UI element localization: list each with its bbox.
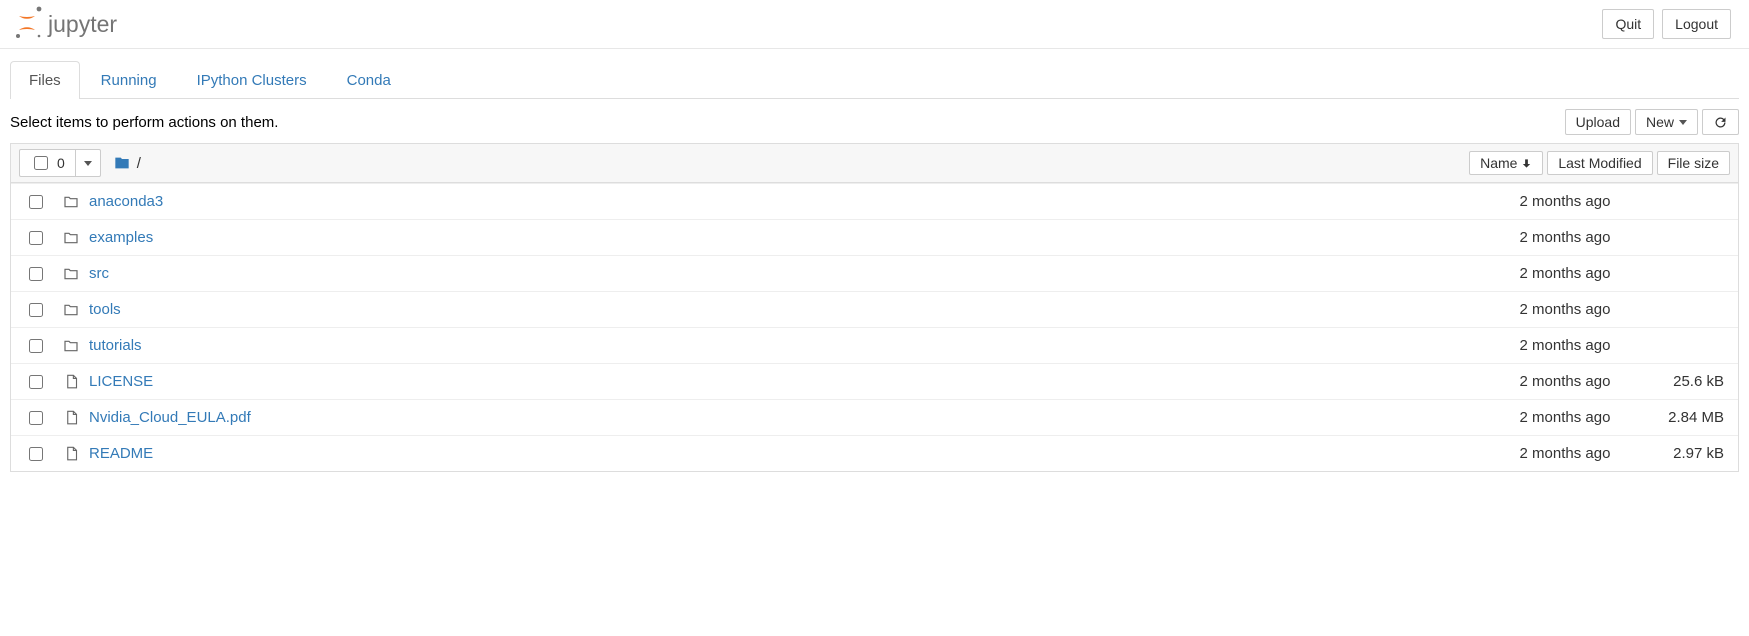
item-modified: 2 months ago	[1490, 337, 1640, 354]
list-item: README 2 months ago2.97 kB	[11, 435, 1738, 471]
item-name-link[interactable]: README	[89, 445, 153, 462]
logo-text: jupyter	[47, 11, 117, 37]
file-icon	[61, 409, 81, 426]
file-icon	[61, 373, 81, 390]
item-size: 2.97 kB	[1640, 445, 1730, 462]
item-name-link[interactable]: src	[89, 265, 109, 282]
item-name-link[interactable]: tools	[89, 301, 121, 318]
item-name-link[interactable]: examples	[89, 229, 153, 246]
list-header: 0 / Name Last Modified File size	[10, 143, 1739, 183]
folder-icon[interactable]	[113, 155, 131, 171]
quit-button[interactable]: Quit	[1602, 9, 1654, 39]
item-modified: 2 months ago	[1490, 373, 1640, 390]
item-name-link[interactable]: LICENSE	[89, 373, 153, 390]
row-checkbox[interactable]	[29, 339, 43, 353]
list-item: tools 2 months ago	[11, 291, 1738, 327]
logout-button[interactable]: Logout	[1662, 9, 1731, 39]
folder-icon	[61, 194, 81, 210]
hint-text: Select items to perform actions on them.	[10, 114, 278, 131]
item-size: 25.6 kB	[1640, 373, 1730, 390]
item-modified: 2 months ago	[1490, 301, 1640, 318]
item-name-link[interactable]: tutorials	[89, 337, 142, 354]
name-col-label: Name	[1480, 155, 1517, 171]
select-dropdown-toggle[interactable]	[76, 150, 100, 176]
breadcrumb-root[interactable]: /	[137, 155, 141, 172]
row-checkbox[interactable]	[29, 231, 43, 245]
row-checkbox[interactable]	[29, 303, 43, 317]
arrow-down-icon	[1521, 158, 1532, 169]
selected-count: 0	[57, 155, 65, 171]
action-row: Select items to perform actions on them.…	[0, 99, 1749, 143]
sort-name-button[interactable]: Name	[1469, 151, 1543, 175]
folder-icon	[61, 266, 81, 282]
list-item: LICENSE 2 months ago25.6 kB	[11, 363, 1738, 399]
item-modified: 2 months ago	[1490, 445, 1640, 462]
refresh-icon	[1713, 115, 1728, 130]
breadcrumb: /	[113, 155, 141, 172]
caret-down-icon	[84, 161, 92, 166]
list-item: tutorials 2 months ago	[11, 327, 1738, 363]
list-item: anaconda3 2 months ago	[11, 183, 1738, 219]
file-list: anaconda3 2 months ago examples 2 months ag…	[10, 183, 1739, 472]
list-item: examples 2 months ago	[11, 219, 1738, 255]
row-checkbox[interactable]	[29, 447, 43, 461]
folder-icon	[61, 302, 81, 318]
jupyter-logo[interactable]: jupyter	[10, 6, 164, 42]
tab-conda[interactable]: Conda	[328, 61, 410, 99]
tab-running[interactable]: Running	[82, 61, 176, 99]
sort-modified-button[interactable]: Last Modified	[1547, 151, 1652, 175]
folder-icon	[61, 230, 81, 246]
header-buttons: Quit Logout	[1602, 9, 1739, 39]
header: jupyter Quit Logout	[0, 0, 1749, 49]
folder-icon	[61, 338, 81, 354]
tab-ipython-clusters[interactable]: IPython Clusters	[178, 61, 326, 99]
select-all-group: 0	[19, 149, 101, 177]
item-modified: 2 months ago	[1490, 193, 1640, 210]
item-name-link[interactable]: anaconda3	[89, 193, 163, 210]
refresh-button[interactable]	[1702, 109, 1739, 135]
item-modified: 2 months ago	[1490, 265, 1640, 282]
action-buttons: Upload New	[1565, 109, 1739, 135]
tab-files[interactable]: Files	[10, 61, 80, 99]
row-checkbox[interactable]	[29, 267, 43, 281]
row-checkbox[interactable]	[29, 375, 43, 389]
row-checkbox[interactable]	[29, 411, 43, 425]
list-item: Nvidia_Cloud_EULA.pdf 2 months ago2.84 MB	[11, 399, 1738, 435]
new-dropdown-button[interactable]: New	[1635, 109, 1698, 135]
new-label: New	[1646, 114, 1674, 130]
select-all-checkbox[interactable]	[34, 156, 48, 170]
select-all-checkbox-area[interactable]: 0	[20, 150, 76, 176]
upload-button[interactable]: Upload	[1565, 109, 1631, 135]
row-checkbox[interactable]	[29, 195, 43, 209]
item-name-link[interactable]: Nvidia_Cloud_EULA.pdf	[89, 409, 251, 426]
tab-bar: FilesRunningIPython ClustersConda	[0, 61, 1749, 99]
item-modified: 2 months ago	[1490, 409, 1640, 426]
column-buttons: Name Last Modified File size	[1469, 151, 1730, 175]
item-modified: 2 months ago	[1490, 229, 1640, 246]
item-size: 2.84 MB	[1640, 409, 1730, 426]
caret-down-icon	[1679, 120, 1687, 125]
list-item: src 2 months ago	[11, 255, 1738, 291]
file-icon	[61, 445, 81, 462]
sort-size-button[interactable]: File size	[1657, 151, 1730, 175]
